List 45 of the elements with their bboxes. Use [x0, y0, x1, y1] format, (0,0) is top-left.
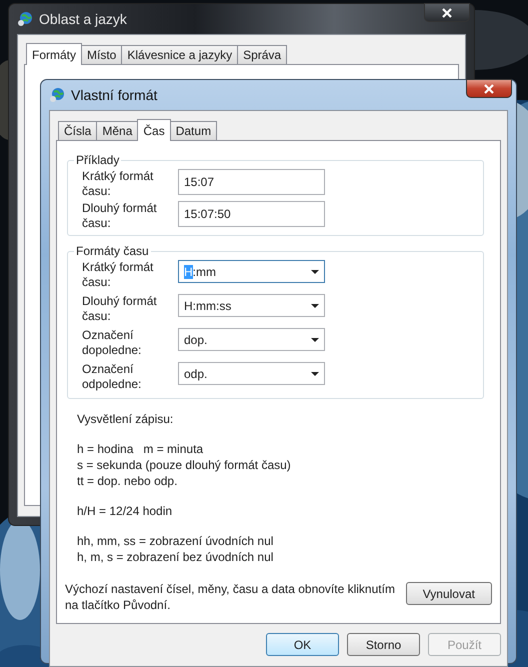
tab[interactable]: Čas: [137, 119, 171, 141]
close-icon: [442, 8, 452, 18]
dialog-button[interactable]: OK: [266, 633, 339, 656]
close-icon: [484, 84, 494, 94]
globe-icon: [17, 11, 33, 27]
field-label: Dlouhý formát času:: [82, 201, 158, 231]
note-line: hh, mm, ss = zobrazení úvodních nul: [77, 533, 274, 549]
group-title: Formáty času: [75, 244, 150, 258]
close-button[interactable]: [466, 79, 512, 98]
dialog-button[interactable]: Storno: [347, 633, 420, 656]
group-title: Příklady: [75, 153, 120, 167]
dropdown-arrow-icon: [311, 372, 319, 376]
note-line: s = sekunda (pouze dlouhý formát času): [77, 457, 292, 473]
tab[interactable]: Datum: [170, 121, 218, 140]
dropdown-arrow-icon: [311, 270, 319, 274]
field-label: Dlouhý formát času:: [82, 294, 158, 324]
globe-icon: [49, 87, 65, 103]
field-label: Krátký formát času:: [82, 260, 154, 290]
tab[interactable]: Čísla: [58, 121, 98, 140]
tab[interactable]: Správa: [237, 45, 288, 64]
tab[interactable]: Místo: [81, 45, 122, 64]
dropdown-arrow-icon: [311, 304, 319, 308]
combo-box[interactable]: dop.: [178, 328, 325, 351]
tab[interactable]: Klávesnice a jazyky: [121, 45, 238, 64]
field-label: Označení dopoledne:: [82, 328, 142, 358]
example-field: 15:07:50: [178, 201, 325, 227]
combo-box[interactable]: H:mm:ss: [178, 294, 325, 317]
field-label: Krátký formát času:: [82, 169, 154, 199]
reset-button[interactable]: Vynulovat: [406, 582, 492, 605]
note-line: h, m, s = zobrazení bez úvodních nul: [77, 549, 274, 565]
window-title: Oblast a jazyk: [39, 11, 127, 27]
example-field: 15:07: [178, 169, 325, 195]
note-line: h/H = 12/24 hodin: [77, 503, 174, 519]
notes-title: Vysvětlení zápisu:: [77, 411, 174, 427]
note-line: h = hodina m = minuta: [77, 441, 204, 457]
combo-box[interactable]: odp.: [178, 362, 325, 385]
field-label: Označení odpoledne:: [82, 362, 142, 392]
tab[interactable]: Měna: [96, 121, 138, 140]
combo-box[interactable]: H:mm: [178, 260, 325, 283]
window-title: Vlastní formát: [71, 87, 158, 103]
close-button[interactable]: [424, 3, 470, 22]
reset-text: Výchozí nastavení čísel, měny, času a data obnovíte kliknutím na tlačítko Původní.: [65, 581, 396, 613]
dropdown-arrow-icon: [311, 338, 319, 342]
note-line: tt = dop. nebo odp.: [77, 473, 178, 489]
tab[interactable]: Formáty: [26, 43, 82, 65]
